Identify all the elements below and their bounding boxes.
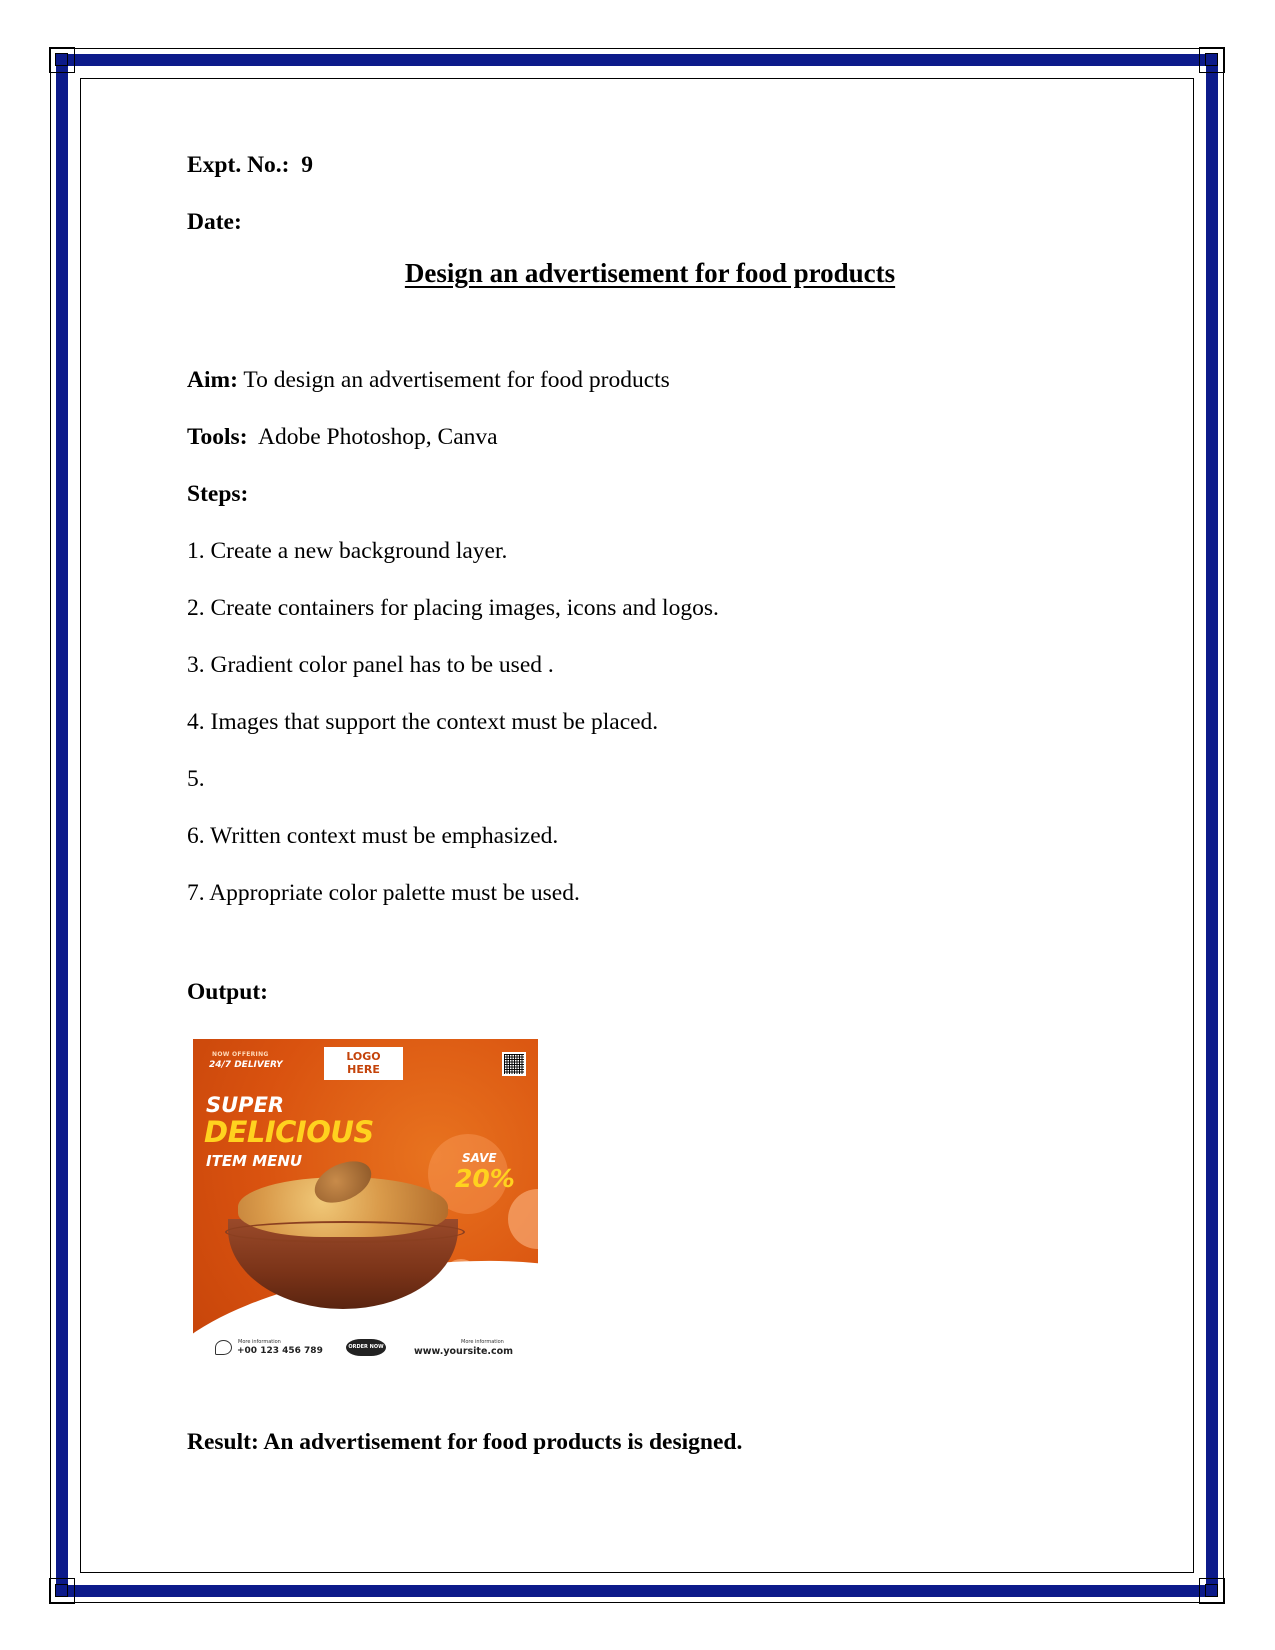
aim-label: Aim:	[187, 367, 238, 393]
date-label: Date:	[187, 209, 242, 235]
output-label: Output:	[187, 979, 268, 1005]
expt-number-value: 9	[301, 152, 313, 178]
ad-delivery: 24/7 DELIVERY	[209, 1060, 283, 1070]
ad-discount-percent: 20%	[455, 1164, 515, 1193]
ad-more-info-right: More information	[461, 1339, 504, 1345]
corner-ornament-top-right	[1199, 47, 1225, 73]
ad-logo-line1: LOGO	[346, 1050, 381, 1063]
corner-ornament-bottom-left	[49, 1578, 75, 1604]
experiment-number: Expt. No.: 9	[187, 151, 313, 179]
expt-label: Expt. No.:	[187, 152, 290, 178]
aim-text: To design an advertisement for food prod…	[243, 367, 670, 393]
ad-phone-number: +00 123 456 789	[237, 1346, 323, 1356]
step-item: 5.	[187, 766, 205, 792]
step-item: 3. Gradient color panel has to be used .	[187, 652, 554, 678]
step-item: 1. Create a new background layer.	[187, 538, 508, 564]
ad-delicious: DELICIOUS	[204, 1115, 374, 1149]
step-item: 7. Appropriate color palette must be use…	[187, 880, 580, 906]
food-advertisement-image: NOW OFFERING 24/7 DELIVERY LOGO HERE SUP…	[193, 1039, 538, 1374]
page-title: Design an advertisement for food product…	[404, 258, 896, 288]
tools-label: Tools:	[187, 424, 248, 450]
step-item: 2. Create containers for placing images,…	[187, 595, 719, 621]
tools-text: Adobe Photoshop, Canva	[258, 424, 498, 450]
clay-pot-rim	[225, 1221, 465, 1243]
ad-now-offering: NOW OFFERING	[212, 1051, 269, 1058]
ad-super: SUPER	[206, 1093, 285, 1117]
step-item: 4. Images that support the context must …	[187, 709, 659, 735]
decorative-bubble	[508, 1189, 538, 1249]
corner-ornament-top-left	[49, 47, 75, 73]
step-item: 6. Written context must be emphasized.	[187, 823, 559, 849]
ad-order-now-badge: ORDER NOW	[346, 1339, 386, 1356]
result-line: Result: An advertisement for food produc…	[187, 1429, 743, 1455]
ad-logo-placeholder: LOGO HERE	[324, 1047, 403, 1080]
tools-line: Tools: Adobe Photoshop, Canva	[187, 423, 498, 451]
corner-ornament-bottom-right	[1199, 1578, 1225, 1604]
qr-code-icon	[502, 1052, 526, 1076]
ad-website: www.yoursite.com	[414, 1346, 514, 1357]
ad-item-menu: ITEM MENU	[206, 1152, 303, 1170]
ad-logo-line2: HERE	[347, 1063, 380, 1076]
ad-save: SAVE	[462, 1151, 497, 1165]
ad-more-info-left: More information	[238, 1339, 281, 1345]
chat-phone-icon	[215, 1340, 232, 1355]
steps-label: Steps:	[187, 481, 249, 507]
aim-line: Aim: To design an advertisement for food…	[187, 366, 670, 394]
